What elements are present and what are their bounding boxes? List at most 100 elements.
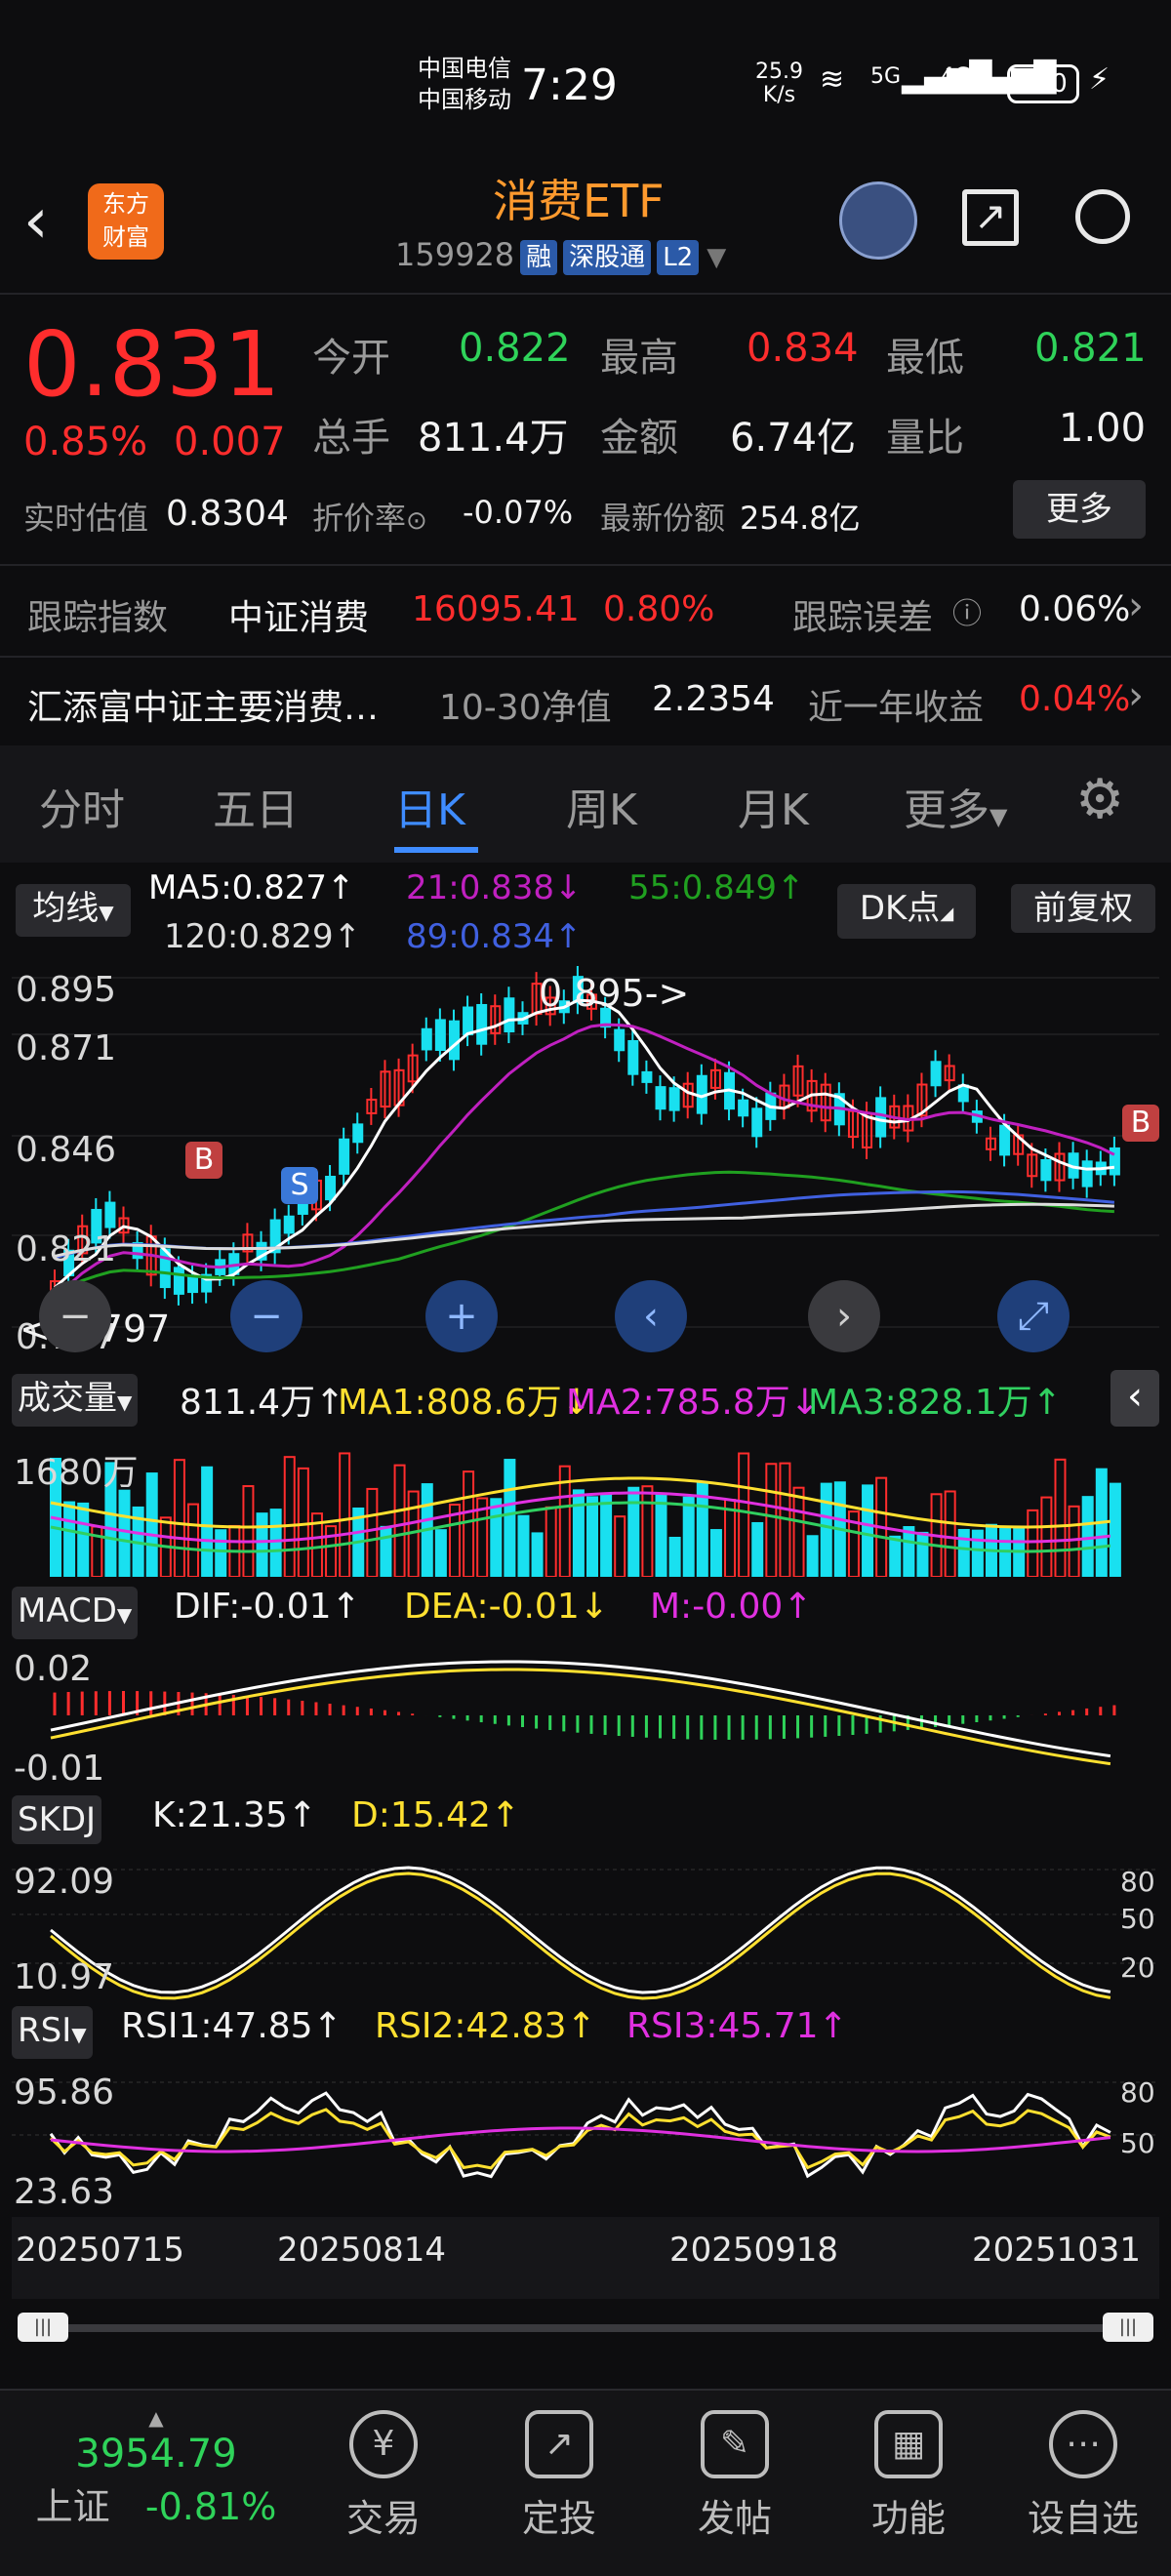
date-label: 20250814 [277,2231,447,2270]
volume-bar [393,1464,406,1577]
volume-bar [283,1456,296,1577]
low-value: 0.821 [1034,326,1147,371]
chevron-right-icon[interactable]: › [1128,584,1144,628]
dk-point-button[interactable]: DK点◢ [837,884,976,939]
volume-bar [173,1459,185,1577]
more-dots-icon: ⋯ [1049,2410,1117,2478]
rsi-ref-50: 50 [1120,2127,1155,2159]
candle [463,1006,474,1036]
candlestick-chart[interactable] [12,966,1159,1356]
net-5g: 5G [870,64,902,89]
tab-monthly-k[interactable]: 月K [738,775,809,837]
range-slider-right-handle[interactable]: ||| [1103,2313,1153,2342]
help-icon[interactable]: ⓘ [952,589,982,632]
volume-ma3: MA3:828.1万↑ [808,1383,1062,1423]
robot-assistant-icon[interactable] [839,181,917,260]
fullscreen-icon[interactable]: ⤢ [997,1280,1070,1352]
volume-bar [1054,1458,1067,1577]
fund-name[interactable]: 汇添富中证主要消费… [27,679,379,730]
price-axis-3: 0.846 [16,1130,117,1170]
zoom-in-button[interactable]: + [425,1280,498,1352]
volume-bar [862,1484,874,1577]
tab-intraday[interactable]: 分时 [39,775,125,837]
tab-daily-k[interactable]: 日K [394,775,465,837]
candle [352,1123,364,1144]
rsi-chart [12,2081,1159,2179]
scroll-right-button[interactable]: › [808,1280,880,1352]
range-slider-track[interactable] [39,2324,1132,2332]
stock-code-row[interactable]: 159928 融深股通 L2 ▼ [395,236,726,275]
candle [325,1175,337,1201]
volume-bar [545,1506,557,1577]
volume-label: 总手 [312,416,390,461]
macd-dea: DEA:-0.01↓ [404,1587,609,1627]
app-logo[interactable]: 东方 财富 [88,183,164,260]
volume-bar [490,1498,503,1577]
adjust-button[interactable]: 前复权 [1011,884,1155,933]
chevron-right-icon[interactable]: › [1128,673,1144,718]
page-title: 消费ETF [493,175,665,227]
volume-axis-max: 1680万 [14,1453,139,1493]
volume-bar [531,1532,544,1577]
buy-signal-badge[interactable]: B [185,1142,222,1179]
volume-bar [325,1525,338,1577]
share-icon[interactable]: ↗ [962,189,1019,246]
back-icon[interactable]: ‹ [23,185,49,258]
range-slider-left-handle[interactable]: ||| [18,2313,68,2342]
candle [641,1070,653,1083]
skdj-indicator-selector[interactable]: SKDJ [12,1795,102,1844]
chart-up-icon: ↗ [525,2410,593,2478]
tab-more[interactable]: 更多▼ [904,775,1007,837]
kdj-ref-80: 80 [1120,1866,1155,1898]
rsi3: RSI3:45.71↑ [626,2006,848,2046]
nav-functions[interactable]: ▦ 功能 [855,2410,962,2542]
volume-bar [751,1521,764,1577]
collapse-panel-icon[interactable]: ‹ [1110,1370,1159,1427]
grid-icon: ▦ [874,2410,943,2478]
nav-trade[interactable]: ¥ 交易 [330,2410,437,2542]
volume-bar [889,1535,902,1577]
index-ticker[interactable]: ▲ 3954.79 上证 -0.81% [0,2408,312,2533]
nav-invest-plan[interactable]: ↗ 定投 [505,2410,613,2542]
search-icon[interactable] [1075,189,1130,244]
track-index-name[interactable]: 中证消费 [228,589,369,640]
caret-down-icon: ▼ [117,1390,133,1414]
zoom-out-icon[interactable]: − [39,1280,111,1352]
caret-icon: ◢ [940,904,954,924]
settings-gear-icon[interactable]: ⚙ [1075,773,1124,827]
ma120-line [54,1202,1114,1258]
rsi-indicator-selector[interactable]: RSI▼ [12,2006,93,2059]
price-axis-2: 0.871 [16,1028,117,1068]
candle [655,1086,666,1110]
candle [339,1138,350,1175]
more-button[interactable]: 更多 [1013,480,1146,539]
volume-bar [366,1487,379,1577]
iopv-value: 0.8304 [166,494,289,534]
candle [738,1099,749,1117]
scroll-left-button[interactable]: ‹ [615,1280,687,1352]
nav-post[interactable]: ✎ 发帖 [681,2410,788,2542]
volume-bar [600,1494,613,1577]
tag-margin: 融 [520,240,558,275]
volume-bar [1040,1496,1053,1577]
index-name: 上证 [35,2485,110,2528]
macd-dif: DIF:-0.01↑ [174,1587,361,1627]
tracking-error-value: 0.06% [1019,589,1131,629]
ma-selector[interactable]: 均线▼ [16,884,131,937]
k-line [50,1866,1111,1994]
candle [187,1275,199,1294]
premium-label: 折价率⊙ [312,500,427,537]
tab-5day[interactable]: 五日 [213,775,299,837]
volume-bar [339,1452,351,1577]
buy-signal-badge[interactable]: B [1122,1105,1159,1142]
zoom-out-button[interactable]: − [230,1280,303,1352]
sell-signal-badge[interactable]: S [281,1167,318,1204]
volume-bar [1027,1509,1039,1577]
rsi-axis-2: 23.63 [14,2172,115,2212]
kdj-k: K:21.35↑ [152,1795,317,1835]
volume-indicator-selector[interactable]: 成交量▼ [12,1374,139,1427]
macd-indicator-selector[interactable]: MACD▼ [12,1587,139,1639]
tab-weekly-k[interactable]: 周K [566,775,637,837]
nav-add-watchlist[interactable]: ⋯ 设自选 [1025,2410,1142,2542]
rsi2-line [49,2108,1111,2170]
